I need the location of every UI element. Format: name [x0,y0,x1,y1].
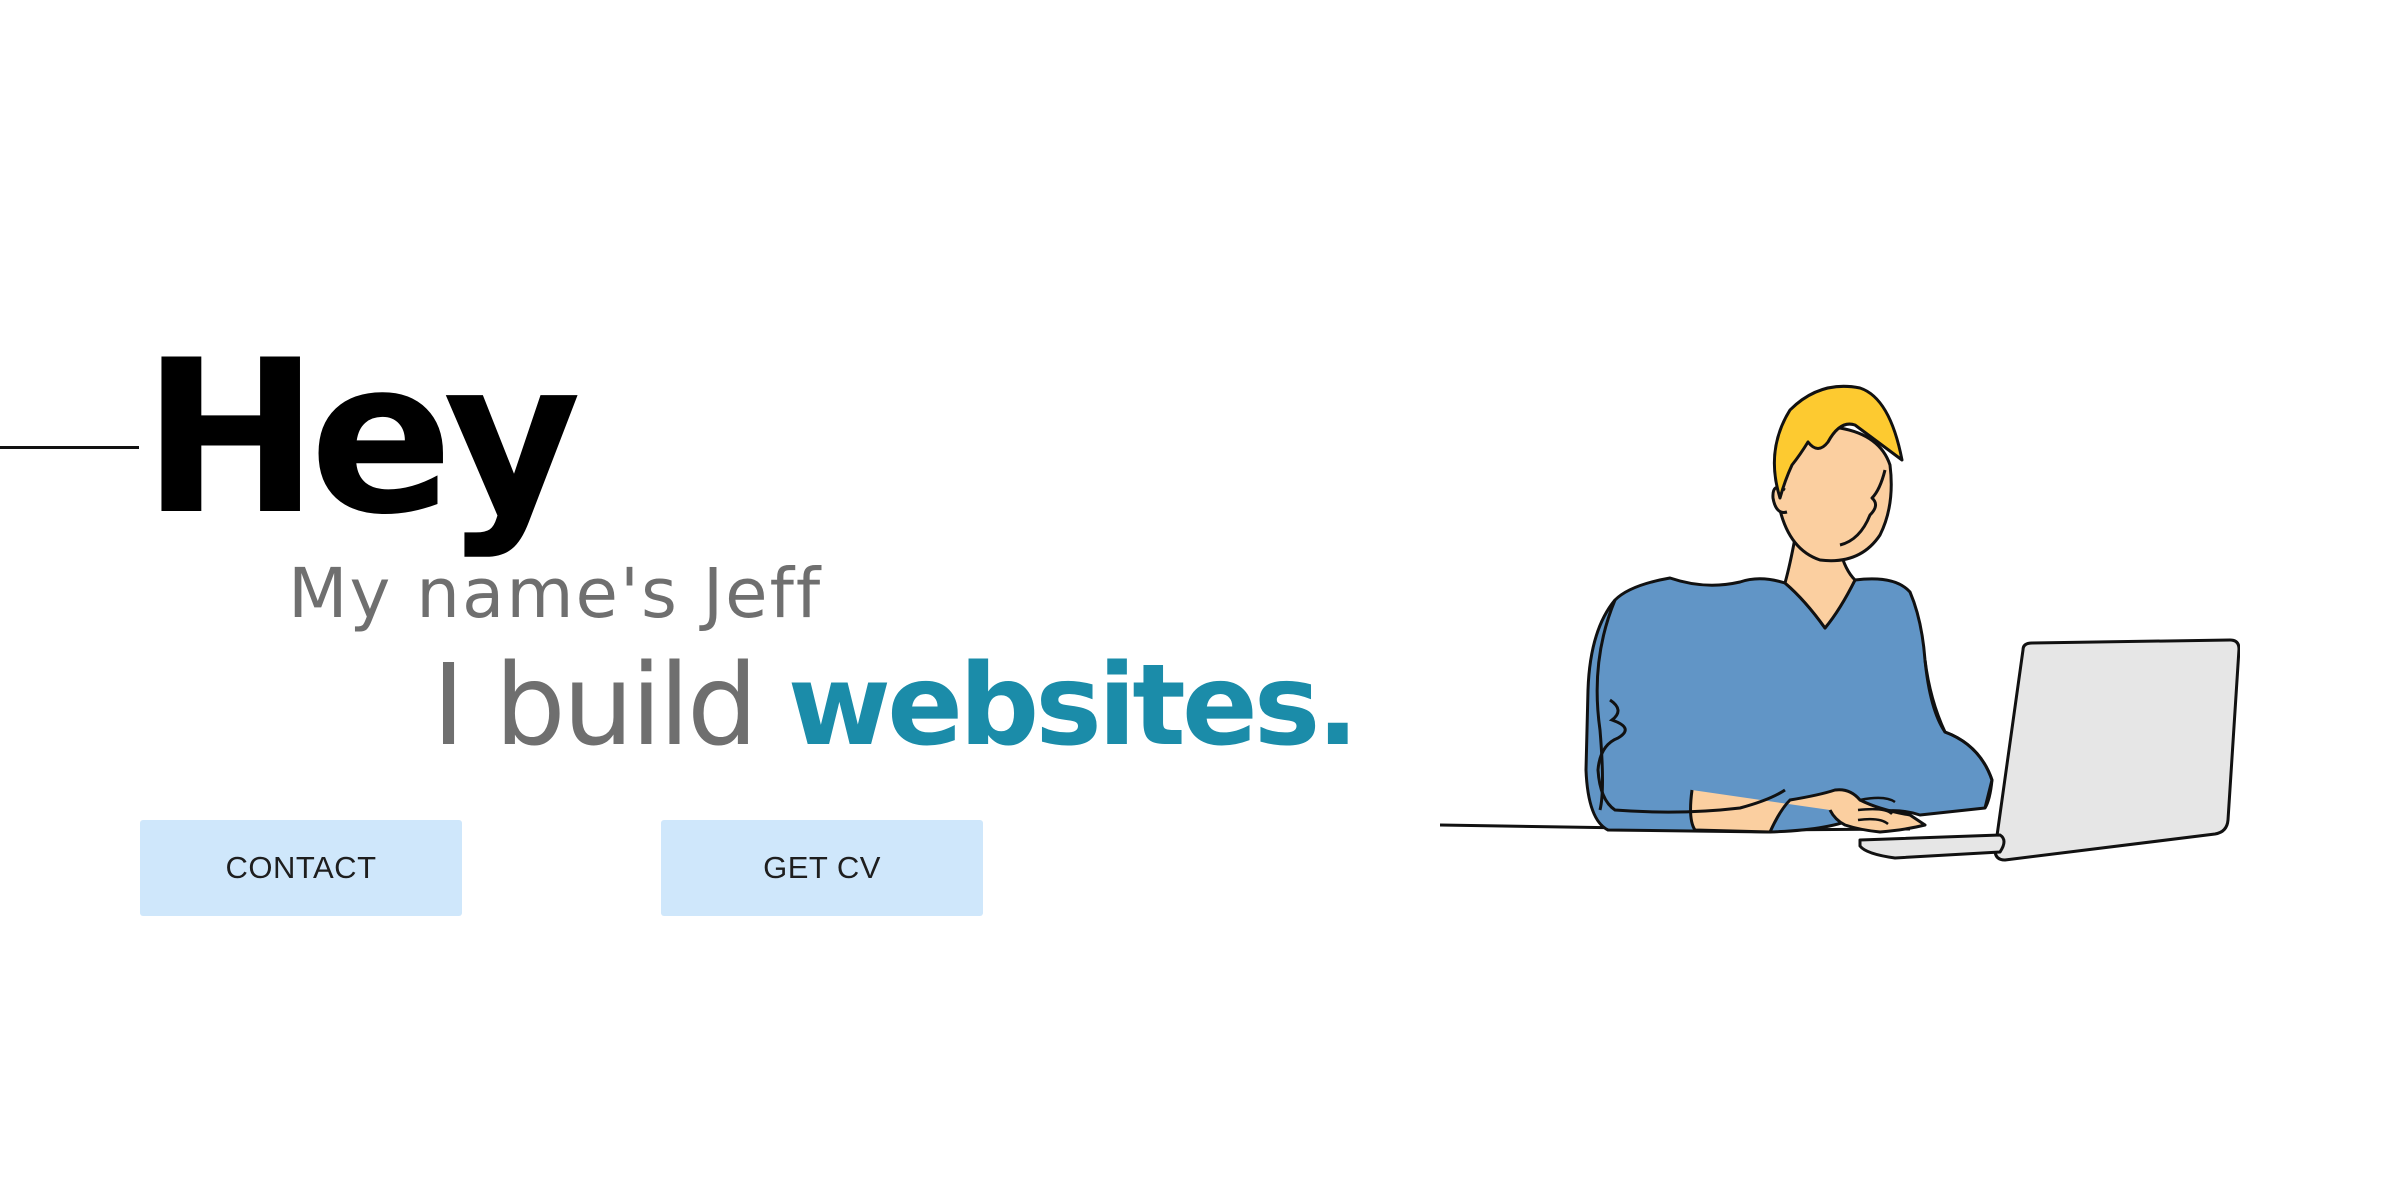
tagline-prefix: I build [432,641,788,771]
hero-section: Hey My name's Jeff I build websites. CON… [0,0,2390,1200]
get-cv-button[interactable]: GET CV [661,820,983,916]
shirt [1584,576,1994,834]
greeting-heading: Hey [142,314,581,561]
developer-illustration [1440,384,2240,862]
intro-name-text: My name's Jeff [288,554,823,634]
contact-button[interactable]: CONTACT [140,820,462,916]
tagline-highlight: websites. [787,641,1359,771]
laptop-icon [1993,638,2240,862]
tagline: I build websites. [432,650,1359,762]
laptop-base [1858,833,2006,860]
intro-rule-line [0,446,139,449]
